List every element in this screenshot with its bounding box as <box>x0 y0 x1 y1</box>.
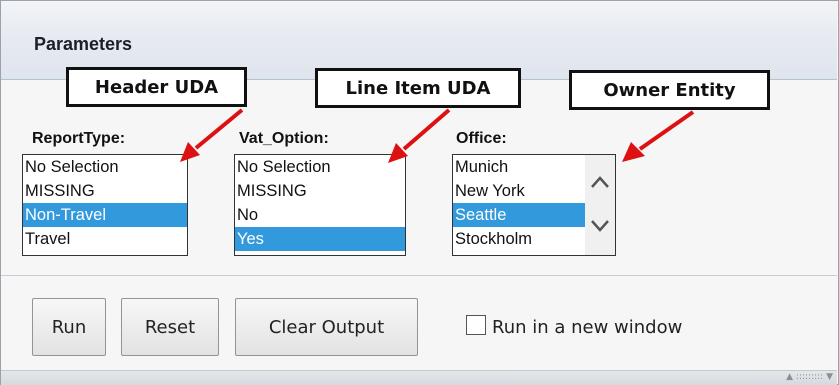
panel-title: Parameters <box>34 34 133 54</box>
list-option-selected[interactable]: Seattle <box>453 203 585 227</box>
callout-header-uda: Header UDA <box>66 67 247 107</box>
office-scrollbar[interactable] <box>585 155 615 255</box>
resize-grip-icon[interactable]: ▲ ::::::::: ▼ <box>786 372 833 382</box>
scroll-down-icon[interactable] <box>590 219 610 233</box>
list-option[interactable]: No Selection <box>23 155 187 179</box>
report-type-listbox[interactable]: No Selection MISSING Non-Travel Travel <box>22 154 188 256</box>
list-option[interactable]: New York <box>453 179 585 203</box>
report-type-label: ReportType: <box>32 130 126 147</box>
list-option[interactable]: No Selection <box>235 155 405 179</box>
list-option[interactable]: Munich <box>453 155 585 179</box>
section-divider <box>1 275 837 276</box>
list-option[interactable]: MISSING <box>23 179 187 203</box>
scroll-up-icon[interactable] <box>590 175 610 189</box>
run-button[interactable]: Run <box>32 298 106 356</box>
callout-line-item-uda: Line Item UDA <box>315 68 521 108</box>
list-option-selected[interactable]: Non-Travel <box>23 203 187 227</box>
vat-option-listbox[interactable]: No Selection MISSING No Yes <box>234 154 406 256</box>
list-option-selected[interactable]: Yes <box>235 227 405 251</box>
new-window-label[interactable]: Run in a new window <box>492 317 682 338</box>
panel-footer: ▲ ::::::::: ▼ <box>1 370 837 385</box>
list-option[interactable]: Stockholm <box>453 227 585 251</box>
new-window-checkbox[interactable] <box>466 315 486 335</box>
list-option[interactable]: No <box>235 203 405 227</box>
list-option[interactable]: Travel <box>23 227 187 251</box>
vat-option-label: Vat_Option: <box>239 130 329 147</box>
reset-button[interactable]: Reset <box>121 298 219 356</box>
list-option[interactable]: MISSING <box>235 179 405 203</box>
callout-owner-entity: Owner Entity <box>569 70 770 110</box>
office-label: Office: <box>456 130 507 147</box>
office-listbox[interactable]: Munich New York Seattle Stockholm <box>452 154 616 256</box>
clear-output-button[interactable]: Clear Output <box>235 298 418 356</box>
